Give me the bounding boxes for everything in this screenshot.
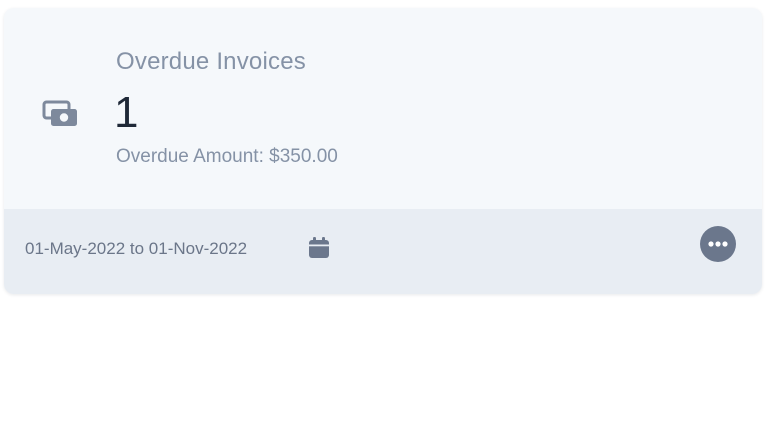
- overdue-invoices-card: Overdue Invoices 1 Overdue Amount: $350.…: [4, 8, 762, 294]
- more-options-button[interactable]: [700, 226, 736, 262]
- card-footer: 01-May-2022 to 01-Nov-2022: [4, 209, 762, 294]
- page: Overdue Invoices 1 Overdue Amount: $350.…: [0, 0, 768, 432]
- overdue-amount: Overdue Amount: $350.00: [116, 146, 338, 167]
- card-body: Overdue Invoices 1 Overdue Amount: $350.…: [4, 8, 762, 209]
- overdue-count: 1: [114, 88, 139, 137]
- calendar-icon[interactable]: [306, 235, 332, 261]
- more-options-icon: [708, 241, 728, 247]
- card-title: Overdue Invoices: [116, 48, 306, 75]
- date-range: 01-May-2022 to 01-Nov-2022: [25, 239, 248, 258]
- money-icon: [42, 98, 82, 132]
